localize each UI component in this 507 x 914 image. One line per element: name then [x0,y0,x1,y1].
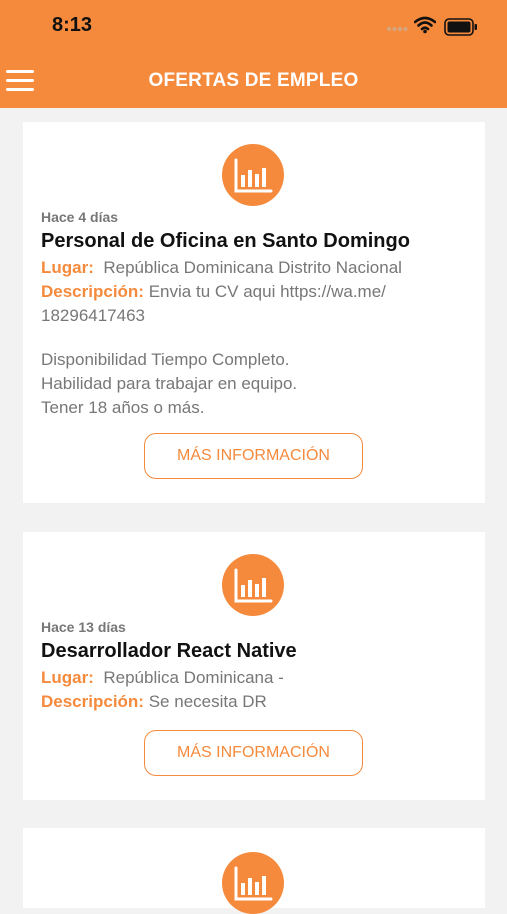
bar-chart-icon [222,852,284,914]
battery-icon [444,18,477,36]
status-time: 8:13 [52,14,93,36]
description-label: Descripción: [41,282,144,301]
description-line: Descripción: Se necesita DR [41,690,471,714]
description-extra-line: Disponibilidad Tiempo Completo. [41,350,290,369]
more-info-button[interactable]: MÁS INFORMACIÓN [144,433,363,479]
page-title: OFERTAS DE EMPLEO [148,70,359,91]
location-label: Lugar: [41,668,94,687]
job-title: Personal de Oficina en Santo Domingo [41,230,410,252]
description-extra-line: Habilidad para trabajar en equipo. [41,374,298,393]
location-label: Lugar: [41,258,94,277]
location-value: República Dominicana - [103,668,284,687]
more-info-button[interactable]: MÁS INFORMACIÓN [144,730,363,776]
description-line: Descripción: Envia tu CV aqui https://wa… [41,280,471,304]
posted-date: Hace 13 días [41,619,126,635]
job-card [23,828,485,914]
bar-chart-icon [222,554,284,616]
navigation-bar: OFERTAS DE EMPLEO [0,54,507,108]
posted-date: Hace 4 días [41,209,119,225]
status-bar: 8:13 [0,0,507,54]
job-title: Desarrollador React Native [41,640,297,662]
location-line: Lugar: República Dominicana Distrito Nac… [41,256,471,280]
signal-icon [386,26,408,32]
bar-chart-icon [222,144,284,206]
description-continued: 18296417463 [41,306,146,325]
location-value: República Dominicana Distrito Nacional [103,258,402,277]
description-extra-line: Tener 18 años o más. [41,398,205,417]
app-header: 8:13 OFERTAS DE EMPLEO [0,0,507,108]
job-card: Hace 4 días Personal de Oficina en Santo… [23,122,485,503]
job-card: Hace 13 días Desarrollador React Native … [23,532,485,800]
wifi-icon [414,16,436,34]
description-label: Descripción: [41,692,144,711]
description-value: Se necesita DR [148,692,267,711]
description-extra: Disponibilidad Tiempo Completo. Habilida… [41,348,471,420]
location-line: Lugar: República Dominicana - [41,666,471,690]
description-value: Envia tu CV aqui https://wa.me/ [148,282,386,301]
